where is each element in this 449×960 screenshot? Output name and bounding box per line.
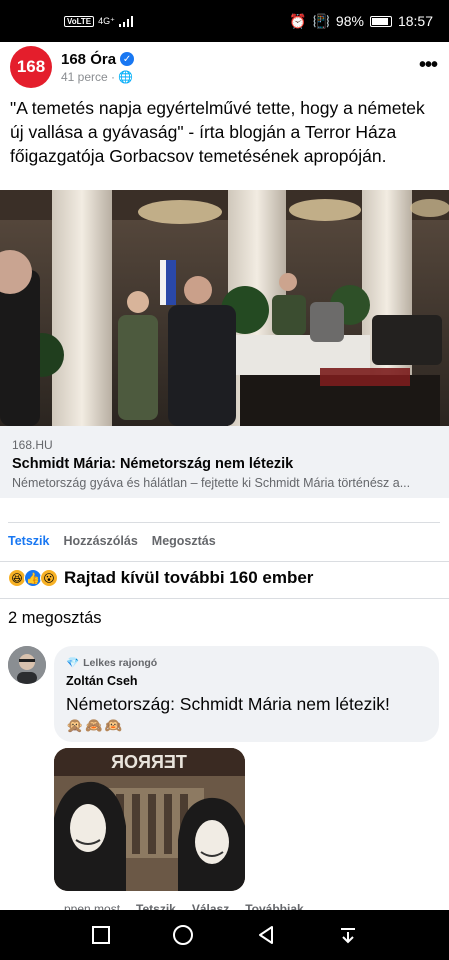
wow-icon: 😮 [40,569,58,587]
alarm-icon: ⏰ [289,12,307,29]
diamond-icon: 💎 [66,657,80,669]
link-description: Németország gyáva és hálátlan – fejtette… [12,476,411,490]
battery-icon [369,15,392,27]
link-preview[interactable]: 168.HU Schmidt Mária: Németország nem lé… [0,426,449,498]
shares-count[interactable]: 2 megosztás [8,609,102,628]
post-actions: Tetszik Hozzászólás Megosztás [8,534,216,548]
divider [8,522,440,523]
home-button[interactable] [163,915,203,955]
circle-icon [173,925,194,945]
photo-sign-text: ЯOЯЯƎT [111,752,187,772]
share-button[interactable]: Megosztás [152,534,216,548]
post-text: "A temetés napja egyértelművé tette, hog… [10,98,425,166]
pulldown-icon [340,928,355,944]
fan-badge: Lelkes rajongó [83,656,158,669]
divider [0,561,449,562]
verified-icon: ✓ [120,52,135,66]
triangle-back-icon [258,926,273,944]
divider [0,598,449,599]
comment-button[interactable]: Hozzászólás [63,534,137,548]
status-bar: VoLTE 4G⁺ ⏰ 📳 98% 18:57 [0,0,449,42]
comment-emojis: 🙊🙈🙉 [66,717,125,733]
comment-author[interactable]: Zoltán Cseh [66,674,427,688]
signal-label: 4G⁺ [98,15,115,26]
post-header: 168 168 Óra ✓ 41 perce · 🌐 ••• [0,42,449,92]
notification-pulldown-button[interactable] [328,915,368,955]
comment-photo[interactable]: ЯOЯЯƎT [54,748,245,891]
volte-indicator: VoLTE [64,15,95,27]
comment-text: Németország: Schmidt Mária nem létezik! [66,694,390,714]
signal-icon [118,15,133,27]
reactions-text: Rajtad kívül további 160 ember [64,568,314,587]
post-photo[interactable] [0,190,449,426]
page-name[interactable]: 168 Óra [61,51,116,68]
link-title: Schmidt Mária: Németország nem létezik [12,456,294,472]
post-time[interactable]: 41 perce [61,70,108,84]
like-button[interactable]: Tetszik [8,534,49,548]
recents-button[interactable] [81,915,121,955]
link-domain: 168.HU [12,438,53,452]
back-button[interactable] [246,915,286,955]
vibrate-icon: 📳 [312,12,330,29]
globe-icon: 🌐 [118,69,134,84]
reactions-summary[interactable]: 😆 👍 😮 Rajtad kívül további 160 ember [8,568,313,588]
clock: 18:57 [397,13,433,29]
commenter-avatar[interactable] [8,646,46,684]
navigation-bar [0,910,449,960]
network-indicators: VoLTE 4G⁺ [64,15,133,27]
more-options-button[interactable]: ••• [419,54,438,77]
comment-bubble[interactable]: 💎 Lelkes rajongó Zoltán Cseh Németország… [54,646,439,742]
square-icon [92,926,111,944]
page-avatar[interactable]: 168 [10,46,52,88]
battery-percent: 98% [335,13,364,29]
